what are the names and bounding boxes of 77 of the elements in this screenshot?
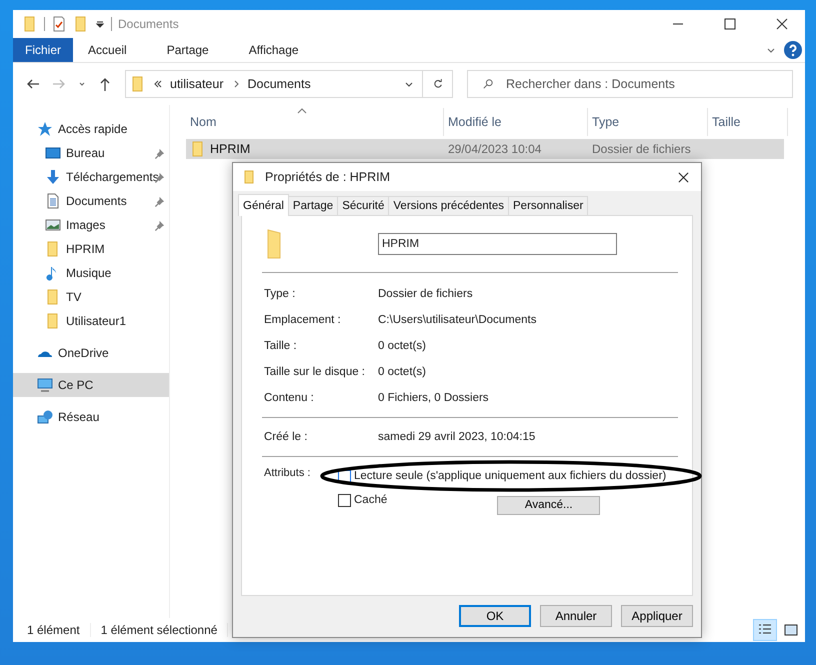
search-icon bbox=[483, 79, 493, 89]
property-value: C:\Users\utilisateur\Documents bbox=[378, 314, 536, 326]
network-icon bbox=[37, 409, 53, 425]
sort-caret-icon bbox=[297, 108, 307, 114]
refresh-button[interactable] bbox=[423, 70, 453, 98]
breadcrumb-item[interactable]: utilisateur bbox=[170, 77, 224, 91]
table-cell: 29/04/2023 10:04 bbox=[448, 142, 542, 156]
property-value: samedi 29 avril 2023, 10:04:15 bbox=[378, 431, 536, 443]
chevron-right-icon[interactable] bbox=[232, 80, 240, 88]
sidebar-item[interactable]: Bureau bbox=[13, 141, 169, 165]
large-icons-view-icon bbox=[783, 622, 799, 638]
dialog-button[interactable]: OK bbox=[459, 605, 531, 627]
document-icon bbox=[45, 193, 61, 209]
image-icon bbox=[45, 217, 61, 233]
pin-icon bbox=[154, 196, 165, 206]
sidebar-item[interactable]: Accès rapide bbox=[13, 117, 169, 141]
table-cell: Dossier de fichiers bbox=[592, 142, 691, 156]
sidebar-item[interactable]: Images bbox=[13, 213, 169, 237]
desktop-icon bbox=[45, 145, 61, 161]
sidebar-item[interactable]: Musique bbox=[13, 261, 169, 285]
dialog-button[interactable]: Annuler bbox=[540, 605, 612, 627]
sidebar-item[interactable]: Utilisateur1 bbox=[13, 309, 169, 333]
property-value: 0 Fichiers, 0 Dossiers bbox=[378, 392, 489, 404]
close-icon[interactable] bbox=[678, 172, 689, 182]
sidebar-item[interactable]: OneDrive bbox=[13, 341, 169, 365]
property-value: Dossier de fichiers bbox=[378, 288, 473, 300]
status-text: 1 élément bbox=[27, 623, 91, 637]
refresh-icon bbox=[432, 79, 442, 89]
advanced-button[interactable]: Avancé... bbox=[497, 496, 600, 514]
sidebar-item[interactable]: HPRIM bbox=[13, 237, 169, 261]
dropdown-icon[interactable] bbox=[95, 19, 105, 29]
double-chevron-icon[interactable] bbox=[154, 80, 162, 88]
sidebar-item[interactable]: Documents bbox=[13, 189, 169, 213]
pin-icon bbox=[154, 148, 165, 158]
ribbon-tab[interactable]: Fichier bbox=[13, 38, 74, 62]
ribbon-tab[interactable]: Accueil bbox=[73, 38, 142, 62]
table-cell: HPRIM bbox=[210, 142, 250, 156]
property-label: Créé le : bbox=[264, 431, 308, 443]
cloud-icon bbox=[37, 348, 53, 358]
property-label: Taille : bbox=[264, 340, 298, 352]
property-value: 0 octet(s) bbox=[378, 366, 426, 378]
dialog-button[interactable]: Appliquer bbox=[621, 605, 693, 627]
file-row[interactable]: HPRIM 29/04/2023 10:04 Dossier de fichiers bbox=[186, 139, 784, 159]
sidebar-item[interactable]: Réseau bbox=[13, 405, 169, 429]
property-label: Emplacement : bbox=[264, 314, 342, 326]
monitor-icon bbox=[37, 377, 53, 393]
properties-check-icon[interactable] bbox=[51, 16, 67, 32]
pin-icon bbox=[154, 220, 165, 230]
search-field[interactable]: Rechercher dans : Documents bbox=[467, 70, 793, 98]
sidebar-item[interactable]: TV bbox=[13, 285, 169, 309]
attributes-label: Attributs : bbox=[264, 467, 312, 479]
sidebar-item[interactable]: Téléchargements bbox=[13, 165, 169, 189]
column-header[interactable]: Nom bbox=[186, 108, 444, 136]
column-header[interactable]: Modifié le bbox=[444, 108, 588, 136]
star-icon bbox=[37, 121, 53, 137]
column-header[interactable]: Taille bbox=[708, 108, 788, 136]
column-header[interactable]: Type bbox=[588, 108, 708, 136]
property-label: Taille sur le disque : bbox=[264, 366, 366, 378]
checkbox-option[interactable]: Caché bbox=[338, 494, 388, 506]
property-label: Contenu : bbox=[264, 392, 315, 404]
dialog-title: Propriétés de : HPRIM bbox=[265, 170, 390, 184]
property-value: 0 octet(s) bbox=[378, 340, 426, 352]
window-title: Documents bbox=[118, 17, 179, 31]
ribbon-tab[interactable]: Affichage bbox=[234, 38, 314, 62]
download-arrow-icon bbox=[45, 169, 61, 185]
status-text: 1 élément sélectionné bbox=[100, 623, 228, 637]
sidebar-item[interactable]: Ce PC bbox=[13, 373, 169, 397]
checkbox[interactable] bbox=[338, 494, 351, 506]
dialog-tab[interactable]: Personnaliser bbox=[508, 196, 588, 215]
dialog-tab[interactable]: Général bbox=[238, 194, 289, 216]
ribbon-tab[interactable]: Partage bbox=[152, 38, 224, 62]
property-label: Type : bbox=[264, 288, 296, 300]
view-button[interactable] bbox=[753, 619, 777, 641]
breadcrumb-item[interactable]: Documents bbox=[248, 77, 311, 91]
help-icon[interactable] bbox=[784, 41, 802, 59]
address-bar[interactable]: utilisateur Documents bbox=[125, 70, 423, 98]
name-field[interactable]: HPRIM bbox=[378, 233, 617, 255]
